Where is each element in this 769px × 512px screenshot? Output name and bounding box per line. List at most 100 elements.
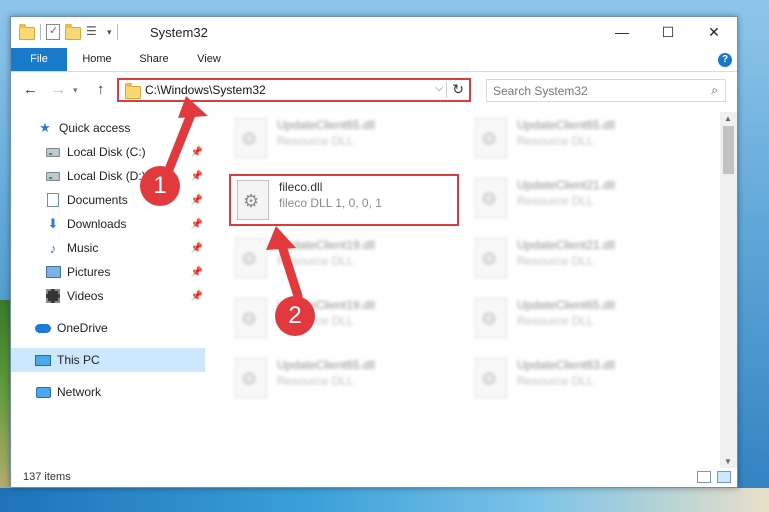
folder-icon (19, 23, 35, 40)
sidebar-item-label: Local Disk (C:) (67, 145, 146, 159)
pin-icon[interactable]: 📌 (191, 195, 203, 206)
pin-icon[interactable]: 📌 (191, 219, 203, 230)
sidebar-item-label: Local Disk (D:) (67, 169, 146, 183)
customize-toolbar-icon[interactable]: ▾ (107, 27, 112, 38)
pin-icon[interactable]: 📌 (191, 171, 203, 182)
large-icons-view-icon[interactable] (717, 471, 731, 483)
file-name: UpdateClient65.dll (277, 118, 376, 132)
help-icon[interactable]: ? (718, 53, 732, 67)
sidebar-item-local-disk-c[interactable]: Local Disk (C:) 📌 (11, 140, 205, 164)
navigation-bar: ← → ▾ ↑ C:\Windows\System32 ⌵ ↻ Search S… (11, 75, 737, 105)
videos-icon (45, 288, 61, 304)
scroll-down-icon[interactable]: ▼ (724, 457, 732, 466)
pin-icon[interactable]: 📌 (191, 291, 203, 302)
scroll-thumb[interactable] (723, 126, 734, 174)
status-bar: 137 items (11, 468, 737, 488)
up-button[interactable]: ↑ (97, 81, 105, 98)
file-description: Resource DLL (277, 254, 354, 268)
file-item[interactable]: UpdateClient65.dll Resource DLL (229, 354, 459, 406)
file-name: UpdateClient21.dll (517, 238, 616, 252)
sidebar-item-network[interactable]: Network (11, 380, 205, 404)
window-controls: — ☐ ✕ (599, 17, 737, 47)
documents-icon (45, 192, 61, 208)
scroll-up-icon[interactable]: ▲ (724, 114, 732, 123)
drive-icon (45, 168, 61, 184)
file-name: UpdateClient63.dll (517, 358, 616, 372)
tab-file[interactable]: File (11, 48, 67, 71)
dll-file-icon (235, 298, 267, 338)
file-item[interactable]: UpdateClient65.dll Resource DLL (229, 114, 459, 166)
dll-file-icon (475, 298, 507, 338)
sidebar-item-music[interactable]: ♪ Music 📌 (11, 236, 205, 260)
file-item-fileco-dll[interactable]: fileco.dll fileco DLL 1, 0, 0, 1 (229, 174, 459, 226)
navigation-pane: ★ Quick access Local Disk (C:) 📌 Local D… (11, 112, 205, 468)
search-icon[interactable]: ⌕ (711, 83, 718, 98)
sidebar-item-pictures[interactable]: Pictures 📌 (11, 260, 205, 284)
file-description: Resource DLL (517, 314, 594, 328)
tab-share[interactable]: Share (131, 48, 177, 71)
pin-icon[interactable]: 📌 (191, 147, 203, 158)
ribbon-tabs: File Home Share View (11, 48, 737, 72)
sidebar-item-quick-access[interactable]: ★ Quick access (11, 116, 205, 140)
maximize-button[interactable]: ☐ (645, 17, 691, 47)
dll-file-icon (235, 238, 267, 278)
sidebar-item-label: Pictures (67, 265, 111, 279)
sidebar-item-downloads[interactable]: ⬇ Downloads 📌 (11, 212, 205, 236)
file-item[interactable]: UpdateClient19.dll Resource DLL (229, 294, 459, 346)
sidebar-item-label: Quick access (59, 121, 131, 135)
file-item[interactable]: UpdateClient65.dll Resource DLL (469, 114, 699, 166)
search-placeholder: Search System32 (493, 84, 588, 98)
tab-home[interactable]: Home (75, 48, 119, 71)
computer-icon (35, 352, 51, 368)
tab-view[interactable]: View (189, 48, 229, 71)
dll-file-icon (475, 358, 507, 398)
view-options-icon[interactable]: ☰ (86, 24, 102, 40)
back-button[interactable]: ← (23, 81, 38, 98)
folder-icon (125, 83, 141, 99)
sidebar-item-label: OneDrive (57, 321, 108, 335)
sidebar-item-this-pc[interactable]: This PC (11, 348, 205, 372)
pin-icon[interactable]: 📌 (191, 243, 203, 254)
music-icon: ♪ (49, 240, 57, 256)
new-folder-icon[interactable] (65, 23, 81, 40)
file-item[interactable]: UpdateClient63.dll Resource DLL (469, 354, 699, 406)
address-path[interactable]: C:\Windows\System32 (145, 83, 266, 97)
properties-icon[interactable] (46, 24, 60, 40)
download-icon: ⬇ (47, 216, 59, 231)
forward-button[interactable]: → (51, 81, 66, 98)
minimize-button[interactable]: — (599, 17, 645, 47)
file-item[interactable]: UpdateClient21.dll Resource DLL (469, 174, 699, 226)
sidebar-item-label: Videos (67, 289, 104, 303)
file-name: UpdateClient65.dll (517, 298, 616, 312)
window-title: System32 (150, 25, 208, 40)
file-description: fileco DLL 1, 0, 0, 1 (279, 196, 382, 210)
star-icon: ★ (39, 120, 51, 135)
refresh-icon[interactable]: ↻ (452, 81, 464, 98)
file-item[interactable]: UpdateClient65.dll Resource DLL (469, 294, 699, 346)
pin-icon[interactable]: 📌 (191, 267, 203, 278)
dll-file-icon (475, 238, 507, 278)
dll-file-icon (235, 118, 267, 158)
search-input[interactable]: Search System32 ⌕ (486, 79, 726, 102)
close-button[interactable]: ✕ (691, 17, 737, 47)
divider (40, 24, 41, 40)
sidebar-item-onedrive[interactable]: OneDrive (11, 316, 205, 340)
recent-locations-button[interactable]: ▾ (73, 85, 78, 96)
file-item[interactable]: UpdateClient19.dll Resource DLL (229, 234, 459, 286)
details-view-icon[interactable] (697, 471, 711, 483)
callout-badge-1: 1 (140, 166, 180, 206)
sidebar-item-videos[interactable]: Videos 📌 (11, 284, 205, 308)
quick-access-toolbar: ☰ ▾ (19, 23, 118, 40)
drive-icon (45, 144, 61, 160)
address-bar[interactable]: C:\Windows\System32 ⌵ ↻ (117, 78, 471, 102)
chevron-down-icon[interactable]: ⌵ (435, 83, 443, 94)
file-description: Resource DLL (517, 254, 594, 268)
divider (116, 24, 118, 40)
file-explorer-window: ☰ ▾ System32 — ☐ ✕ File Home Share View … (10, 16, 738, 488)
desktop-background-sea (0, 488, 769, 512)
file-item[interactable]: UpdateClient21.dll Resource DLL (469, 234, 699, 286)
pictures-icon (45, 264, 61, 280)
sidebar-item-label: Documents (67, 193, 128, 207)
vertical-scrollbar[interactable]: ▲ ▼ (720, 112, 737, 468)
file-description: Resource DLL (517, 374, 594, 388)
